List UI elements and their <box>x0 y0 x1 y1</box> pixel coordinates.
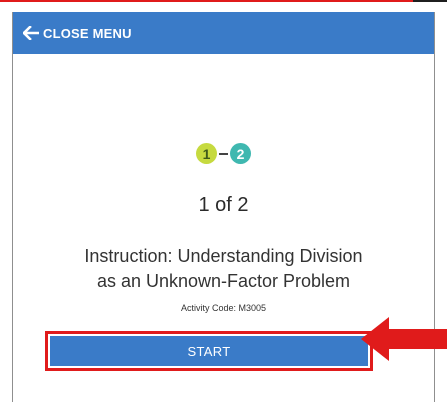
start-button-highlight: START <box>45 331 373 371</box>
activity-title-line-2: as an Unknown-Factor Problem <box>96 271 351 291</box>
step-connector <box>219 152 228 155</box>
close-menu-button[interactable]: CLOSE MENU <box>13 12 434 54</box>
arrow-left-icon <box>23 26 39 40</box>
progress-text: 1 of 2 <box>198 194 249 216</box>
activity-code: Activity Code: M3005 <box>180 303 267 313</box>
activity-title-line-1: Instruction: Understanding Division <box>84 246 363 266</box>
step-2-badge: 2 <box>230 143 251 164</box>
start-button[interactable]: START <box>50 336 368 366</box>
annotation-arrow-icon <box>361 317 447 361</box>
close-menu-label: CLOSE MENU <box>43 25 132 41</box>
activity-title: Instruction: Understanding Division as a… <box>13 244 434 294</box>
step-indicator: 1 2 <box>13 143 434 164</box>
top-divider-tail <box>413 0 447 2</box>
top-divider <box>0 0 447 2</box>
step-1-badge: 1 <box>196 143 217 164</box>
